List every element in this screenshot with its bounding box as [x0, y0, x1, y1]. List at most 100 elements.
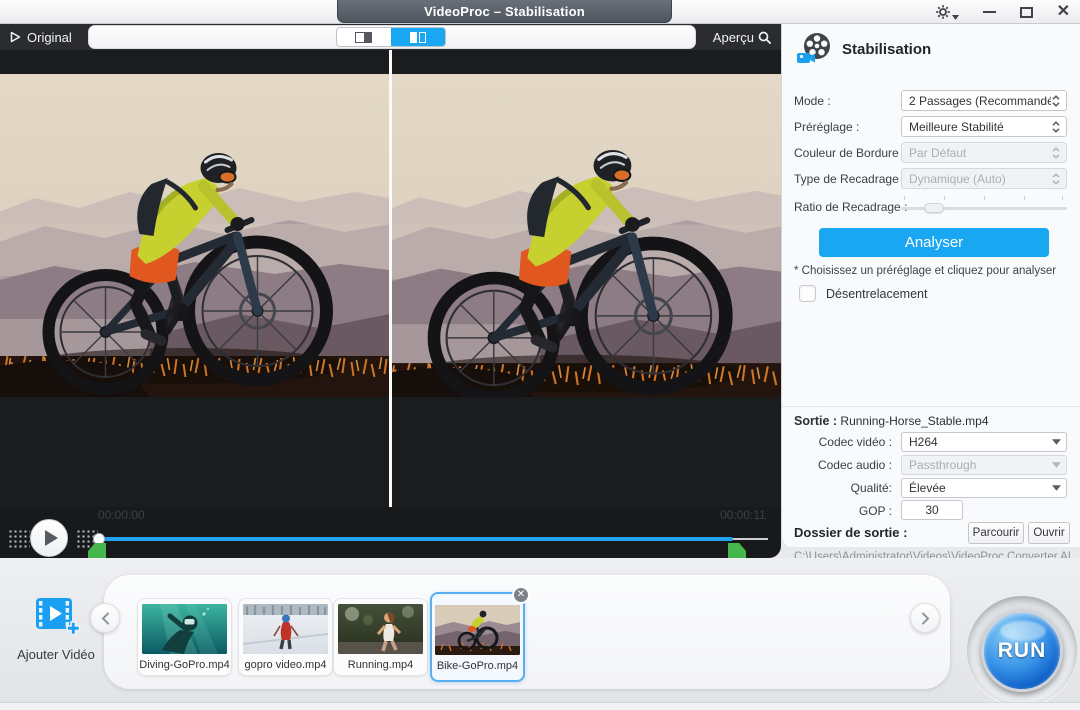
border-color-label: Couleur de Bordure :: [794, 146, 905, 160]
tab-apercu-label: Aperçu: [713, 30, 754, 45]
deinterlace-label: Désentrelacement: [826, 287, 927, 301]
tab-apercu[interactable]: Aperçu: [697, 24, 781, 50]
tab-original-label: Original: [27, 30, 72, 45]
stabilisation-panel: Stabilisation Mode : 2 Passages (Recomma…: [781, 24, 1080, 547]
tab-original[interactable]: Original: [0, 24, 86, 50]
maximize-button[interactable]: [1020, 7, 1033, 18]
settings-menu-button[interactable]: [935, 4, 959, 20]
media-item-gopro[interactable]: gopro video.mp4: [238, 598, 333, 676]
codec-video-select[interactable]: H264: [901, 432, 1067, 452]
media-item-bike-selected[interactable]: ✕ Bike-GoPro.mp4: [430, 592, 525, 682]
gop-label: GOP :: [792, 504, 892, 518]
remove-media-button[interactable]: ✕: [512, 586, 530, 604]
border-color-value: Par Défaut: [909, 146, 1051, 160]
open-folder-button[interactable]: Ouvrir: [1028, 522, 1070, 544]
scroll-left-button[interactable]: [90, 603, 120, 633]
codec-audio-label: Codec audio :: [792, 458, 892, 472]
single-view-button[interactable]: [337, 28, 391, 46]
chevron-left-icon: [101, 612, 110, 625]
output-label: Sortie :: [794, 414, 837, 428]
play-icon: [45, 530, 58, 546]
analyse-hint: * Choisissez un préréglage et cliquez po…: [794, 265, 1056, 277]
quality-label: Qualité:: [792, 481, 892, 495]
gop-input[interactable]: [901, 500, 963, 520]
view-mode-toggle: [336, 27, 446, 47]
preset-label: Préréglage :: [794, 120, 859, 134]
app-window: VideoProc – Stabilisation ✕: [0, 0, 1080, 710]
scroll-right-button[interactable]: [910, 603, 940, 633]
trim-handle-right[interactable]: [728, 543, 746, 558]
crop-type-value: Dynamique (Auto): [909, 172, 1051, 186]
chevron-down-icon: [1052, 462, 1061, 468]
preview-toolbar: Original Aperçu: [0, 24, 781, 50]
original-video-frame: [0, 74, 389, 397]
window-title: VideoProc – Stabilisation: [337, 0, 672, 23]
codec-video-label: Codec vidéo :: [792, 435, 892, 449]
chevron-right-icon: [921, 612, 930, 625]
output-folder-label: Dossier de sortie :: [794, 525, 907, 540]
browse-button[interactable]: Parcourir: [968, 522, 1024, 544]
grip-dots-icon[interactable]: [8, 529, 30, 549]
media-item-diving[interactable]: Diving-GoPro.mp4: [137, 598, 232, 676]
slider-handle[interactable]: [924, 203, 944, 213]
chevron-updown-icon: [1051, 146, 1061, 160]
analyser-button[interactable]: Analyser: [819, 228, 1049, 257]
close-button[interactable]: ✕: [1057, 4, 1070, 20]
stabilized-video-frame: [392, 74, 781, 397]
border-color-select[interactable]: Par Défaut: [901, 142, 1067, 163]
chevron-updown-icon: [1051, 120, 1061, 134]
chevron-updown-icon: [1051, 94, 1061, 108]
media-item-name: Diving-GoPro.mp4: [138, 659, 231, 671]
quality-select[interactable]: Élevée: [901, 478, 1067, 498]
deinterlace-checkbox[interactable]: [799, 285, 816, 302]
gear-icon: [935, 4, 951, 20]
mode-label: Mode :: [794, 94, 831, 108]
chevron-updown-icon: [1051, 172, 1061, 186]
time-end-top: 00:00:11: [720, 508, 766, 522]
run-button[interactable]: RUN: [981, 610, 1063, 692]
bike-thumbnail: [435, 605, 520, 655]
running-thumbnail: [338, 604, 423, 654]
timeline: 00:00:00 00:00:11 00:00:00 00:00:11: [0, 507, 781, 558]
play-outline-icon: [10, 31, 21, 43]
media-bar: Ajouter Vidéo Diving-GoPro.mp4: [0, 558, 1080, 702]
split-view-button[interactable]: [391, 28, 445, 46]
magnifier-icon: [758, 31, 771, 44]
media-item-name: gopro video.mp4: [239, 659, 332, 671]
timeline-progress[interactable]: [100, 537, 733, 541]
codec-audio-select[interactable]: Passthrough: [901, 455, 1067, 475]
media-item-name: Bike-GoPro.mp4: [432, 660, 523, 672]
mode-select[interactable]: 2 Passages (Recommandé): [901, 90, 1067, 111]
preset-select[interactable]: Meilleure Stabilité: [901, 116, 1067, 137]
ski-thumbnail: [243, 604, 328, 654]
video-pane-stabilized: [392, 50, 781, 507]
output-filename: Running-Horse_Stable.mp4: [840, 414, 988, 428]
add-video-label: Ajouter Vidéo: [8, 647, 104, 662]
video-compare-view: [0, 50, 781, 507]
crop-type-label: Type de Recadrage :: [794, 172, 905, 186]
film-reel-camera-icon: [796, 32, 832, 66]
crop-ratio-slider[interactable]: [901, 196, 1067, 214]
time-start-top: 00:00:00: [98, 508, 145, 522]
video-pane-original: [0, 50, 389, 507]
crop-type-select[interactable]: Dynamique (Auto): [901, 168, 1067, 189]
codec-video-value: H264: [909, 435, 1052, 449]
window-footer: [0, 702, 1080, 710]
output-section-divider: [782, 406, 1080, 407]
split-view-icon: [410, 32, 426, 43]
add-video-icon: [31, 596, 81, 638]
chevron-down-icon: [1052, 439, 1061, 445]
minimize-button[interactable]: [983, 11, 996, 13]
single-view-icon: [355, 32, 372, 43]
title-bar: VideoProc – Stabilisation ✕: [0, 0, 1080, 24]
chevron-down-icon: [1052, 485, 1061, 491]
media-item-running[interactable]: Running.mp4: [333, 598, 428, 676]
preview-area: Original Aperçu: [0, 24, 781, 558]
play-button[interactable]: [30, 519, 68, 557]
crop-ratio-label: Ratio de Recadrage :: [794, 200, 907, 214]
mode-value: 2 Passages (Recommandé): [909, 94, 1051, 108]
caret-down-icon: [952, 15, 959, 20]
close-icon: ✕: [517, 589, 525, 600]
add-video-button[interactable]: Ajouter Vidéo: [8, 596, 104, 662]
media-item-name: Running.mp4: [334, 659, 427, 671]
